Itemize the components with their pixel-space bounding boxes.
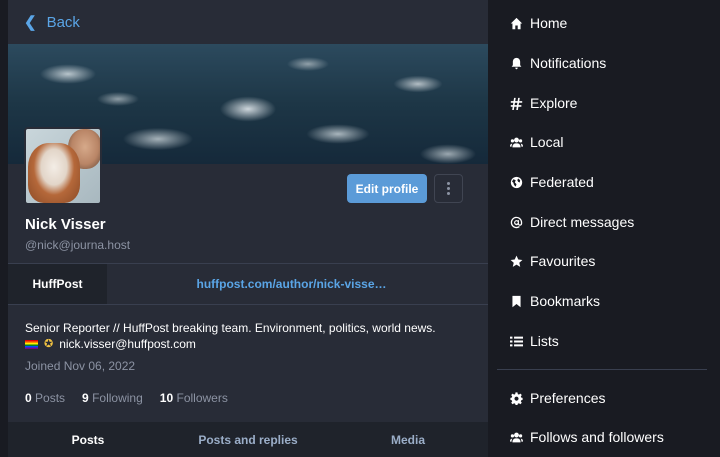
field-name: HuffPost [8, 264, 107, 304]
profile-tabs: Posts Posts and replies Media [8, 422, 488, 457]
profile-fields: HuffPost huffpost.com/author/nick-visse… [8, 263, 488, 305]
hashtag-icon [510, 97, 523, 110]
nav-direct-messages[interactable]: Direct messages [510, 214, 634, 230]
bio-line: Senior Reporter // HuffPost breaking tea… [25, 321, 436, 335]
nav-explore[interactable]: Explore [510, 95, 577, 111]
bell-icon [511, 57, 522, 69]
star-icon [510, 255, 523, 267]
dizzy-icon: ✪ [44, 338, 54, 350]
users-icon [510, 432, 523, 442]
account-handle: @nick@journa.host [25, 238, 131, 252]
profile-counts: 0 Posts 9 Following 10 Followers [25, 391, 228, 405]
nav-preferences[interactable]: Preferences [510, 390, 605, 406]
nav-divider [497, 369, 707, 370]
home-icon [510, 17, 523, 29]
gear-icon [510, 391, 523, 405]
bio-email: nick.visser@huffpost.com [59, 337, 196, 351]
nav-home[interactable]: Home [510, 15, 567, 31]
display-name: Nick Visser [25, 216, 106, 233]
bookmark-icon [512, 295, 521, 307]
back-button[interactable]: ❮ Back [8, 0, 488, 44]
tab-posts-and-replies[interactable]: Posts and replies [168, 422, 328, 457]
users-icon [510, 137, 523, 147]
edit-profile-button[interactable]: Edit profile [347, 174, 427, 203]
nav-favourites[interactable]: Favourites [510, 253, 595, 269]
following-count[interactable]: 9 Following [82, 391, 143, 405]
nav-lists[interactable]: Lists [510, 333, 559, 349]
chevron-left-icon: ❮ [24, 14, 37, 31]
nav-follows-and-followers[interactable]: Follows and followers [510, 429, 664, 445]
followers-count[interactable]: 10 Followers [160, 391, 228, 405]
rainbow-flag-icon [25, 339, 38, 349]
avatar[interactable] [24, 127, 102, 205]
field-value-link[interactable]: huffpost.com/author/nick-visse… [107, 264, 488, 304]
posts-count[interactable]: 0 Posts [25, 391, 65, 405]
globe-icon [510, 176, 523, 188]
tab-posts[interactable]: Posts [8, 422, 168, 457]
joined-date: Joined Nov 06, 2022 [25, 359, 136, 373]
tab-media[interactable]: Media [328, 422, 488, 457]
ellipsis-vertical-icon [447, 182, 450, 195]
nav-local[interactable]: Local [510, 134, 563, 150]
back-label: Back [46, 13, 80, 31]
bio: Senior Reporter // HuffPost breaking tea… [25, 320, 475, 352]
nav-federated[interactable]: Federated [510, 174, 594, 190]
more-options-button[interactable] [434, 174, 463, 203]
profile-column: ❮ Back Edit profile Nick Visser @nick@jo… [8, 0, 488, 457]
nav-notifications[interactable]: Notifications [510, 55, 606, 71]
nav-bookmarks[interactable]: Bookmarks [510, 293, 600, 309]
list-icon [510, 336, 523, 346]
at-icon [510, 216, 523, 228]
